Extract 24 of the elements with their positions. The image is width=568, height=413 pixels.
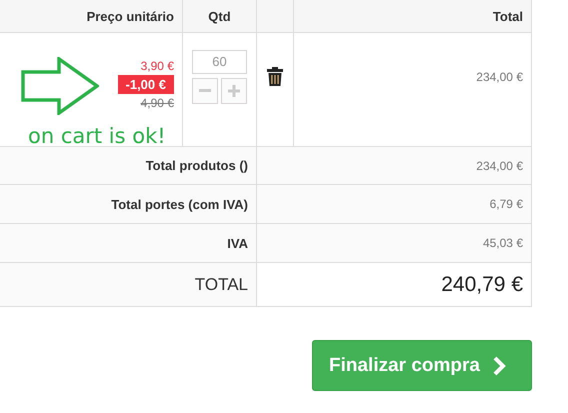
- unit-price: 3,90 €: [140, 59, 174, 73]
- arrow-icon: [21, 57, 99, 115]
- column-header: Qtd: [183, 0, 257, 33]
- column-header: Total: [294, 0, 532, 33]
- summary-label: Total produtos (): [0, 147, 257, 185]
- summary-value: 45,03 €: [257, 224, 532, 263]
- plus-icon: [228, 84, 240, 96]
- summary-value: 6,79 €: [257, 185, 532, 224]
- column-header: Preço unitário: [0, 0, 183, 33]
- annotation-text: on cart is ok!: [28, 124, 166, 148]
- grand-total-value: 240,79 €: [257, 263, 532, 307]
- checkout-button[interactable]: Finalizar compra: [312, 340, 532, 391]
- discount-badge: -1,00 €: [118, 75, 174, 94]
- chevron-right-icon: [492, 356, 506, 376]
- decrease-button[interactable]: [192, 78, 218, 104]
- summary-label: Total portes (com IVA): [0, 185, 257, 224]
- minus-icon: [199, 89, 211, 92]
- increase-button[interactable]: [221, 78, 247, 104]
- old-price: 4,90 €: [140, 96, 174, 110]
- quantity-field[interactable]: 60: [192, 50, 247, 74]
- summary-label: IVA: [0, 224, 257, 263]
- grand-total-label: TOTAL: [0, 263, 257, 307]
- trash-icon[interactable]: [267, 67, 283, 86]
- summary-value: 234,00 €: [257, 147, 532, 185]
